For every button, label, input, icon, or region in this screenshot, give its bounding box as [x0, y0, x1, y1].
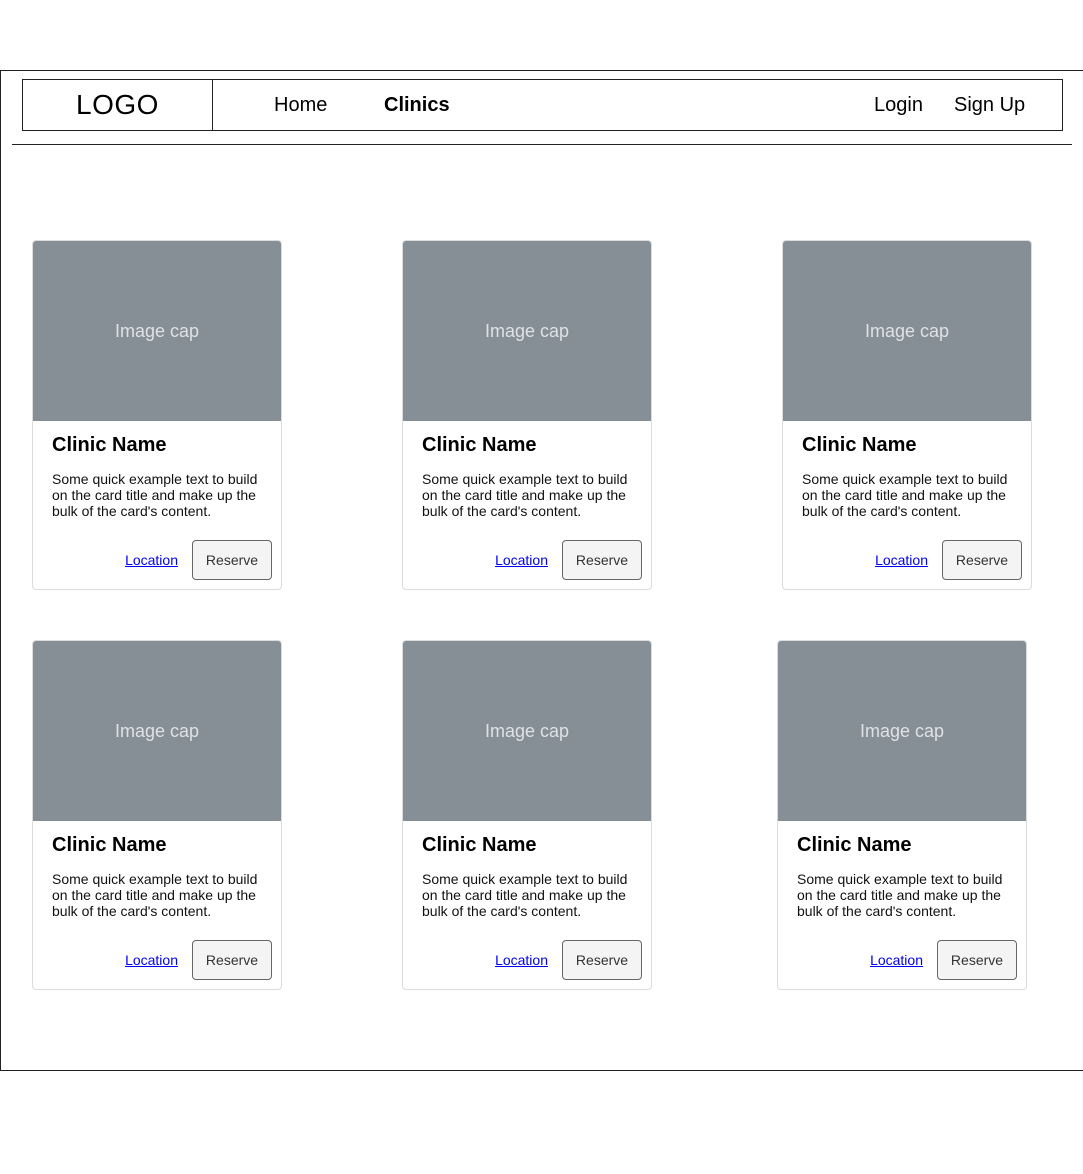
reserve-button[interactable]: Reserve — [192, 540, 272, 580]
card-text: Some quick example text to build on the … — [52, 871, 258, 919]
card-image-cap: Image cap — [783, 241, 1031, 421]
image-cap-label: Image cap — [859, 720, 945, 741]
location-link[interactable]: Location — [125, 952, 178, 968]
clinic-card: Image cap Clinic Name Some quick example… — [782, 240, 1032, 590]
navbar: LOGO Home Clinics Login Sign Up — [22, 79, 1063, 131]
reserve-button[interactable]: Reserve — [562, 540, 642, 580]
logo[interactable]: LOGO — [23, 80, 213, 130]
card-text: Some quick example text to build on the … — [802, 471, 1008, 519]
card-title: Clinic Name — [422, 834, 537, 856]
card-text: Some quick example text to build on the … — [422, 871, 628, 919]
image-cap-label: Image cap — [484, 320, 570, 341]
header-divider — [12, 144, 1072, 145]
reserve-button[interactable]: Reserve — [192, 940, 272, 980]
card-title: Clinic Name — [797, 834, 912, 856]
clinic-card: Image cap Clinic Name Some quick example… — [402, 640, 652, 990]
card-image-cap: Image cap — [33, 641, 281, 821]
image-cap-label: Image cap — [484, 720, 570, 741]
card-title: Clinic Name — [802, 434, 917, 456]
location-link[interactable]: Location — [495, 952, 548, 968]
card-title: Clinic Name — [52, 834, 167, 856]
nav-home[interactable]: Home — [274, 80, 327, 130]
card-text: Some quick example text to build on the … — [52, 471, 258, 519]
location-link[interactable]: Location — [870, 952, 923, 968]
reserve-button[interactable]: Reserve — [942, 540, 1022, 580]
card-image-cap: Image cap — [33, 241, 281, 421]
card-title: Clinic Name — [52, 434, 167, 456]
clinic-card: Image cap Clinic Name Some quick example… — [777, 640, 1027, 990]
card-title: Clinic Name — [422, 434, 537, 456]
card-image-cap: Image cap — [403, 241, 651, 421]
clinic-card: Image cap Clinic Name Some quick example… — [32, 640, 282, 990]
nav-clinics[interactable]: Clinics — [384, 80, 450, 130]
image-cap-label: Image cap — [114, 720, 200, 741]
nav-sign-up[interactable]: Sign Up — [954, 80, 1025, 130]
reserve-button[interactable]: Reserve — [937, 940, 1017, 980]
clinic-card: Image cap Clinic Name Some quick example… — [32, 240, 282, 590]
image-cap-label: Image cap — [864, 320, 950, 341]
card-image-cap: Image cap — [403, 641, 651, 821]
card-image-cap: Image cap — [778, 641, 1026, 821]
nav-login[interactable]: Login — [874, 80, 923, 130]
image-cap-label: Image cap — [114, 320, 200, 341]
card-text: Some quick example text to build on the … — [422, 471, 628, 519]
location-link[interactable]: Location — [495, 552, 548, 568]
card-text: Some quick example text to build on the … — [797, 871, 1003, 919]
reserve-button[interactable]: Reserve — [562, 940, 642, 980]
location-link[interactable]: Location — [125, 552, 178, 568]
location-link[interactable]: Location — [875, 552, 928, 568]
clinic-card: Image cap Clinic Name Some quick example… — [402, 240, 652, 590]
